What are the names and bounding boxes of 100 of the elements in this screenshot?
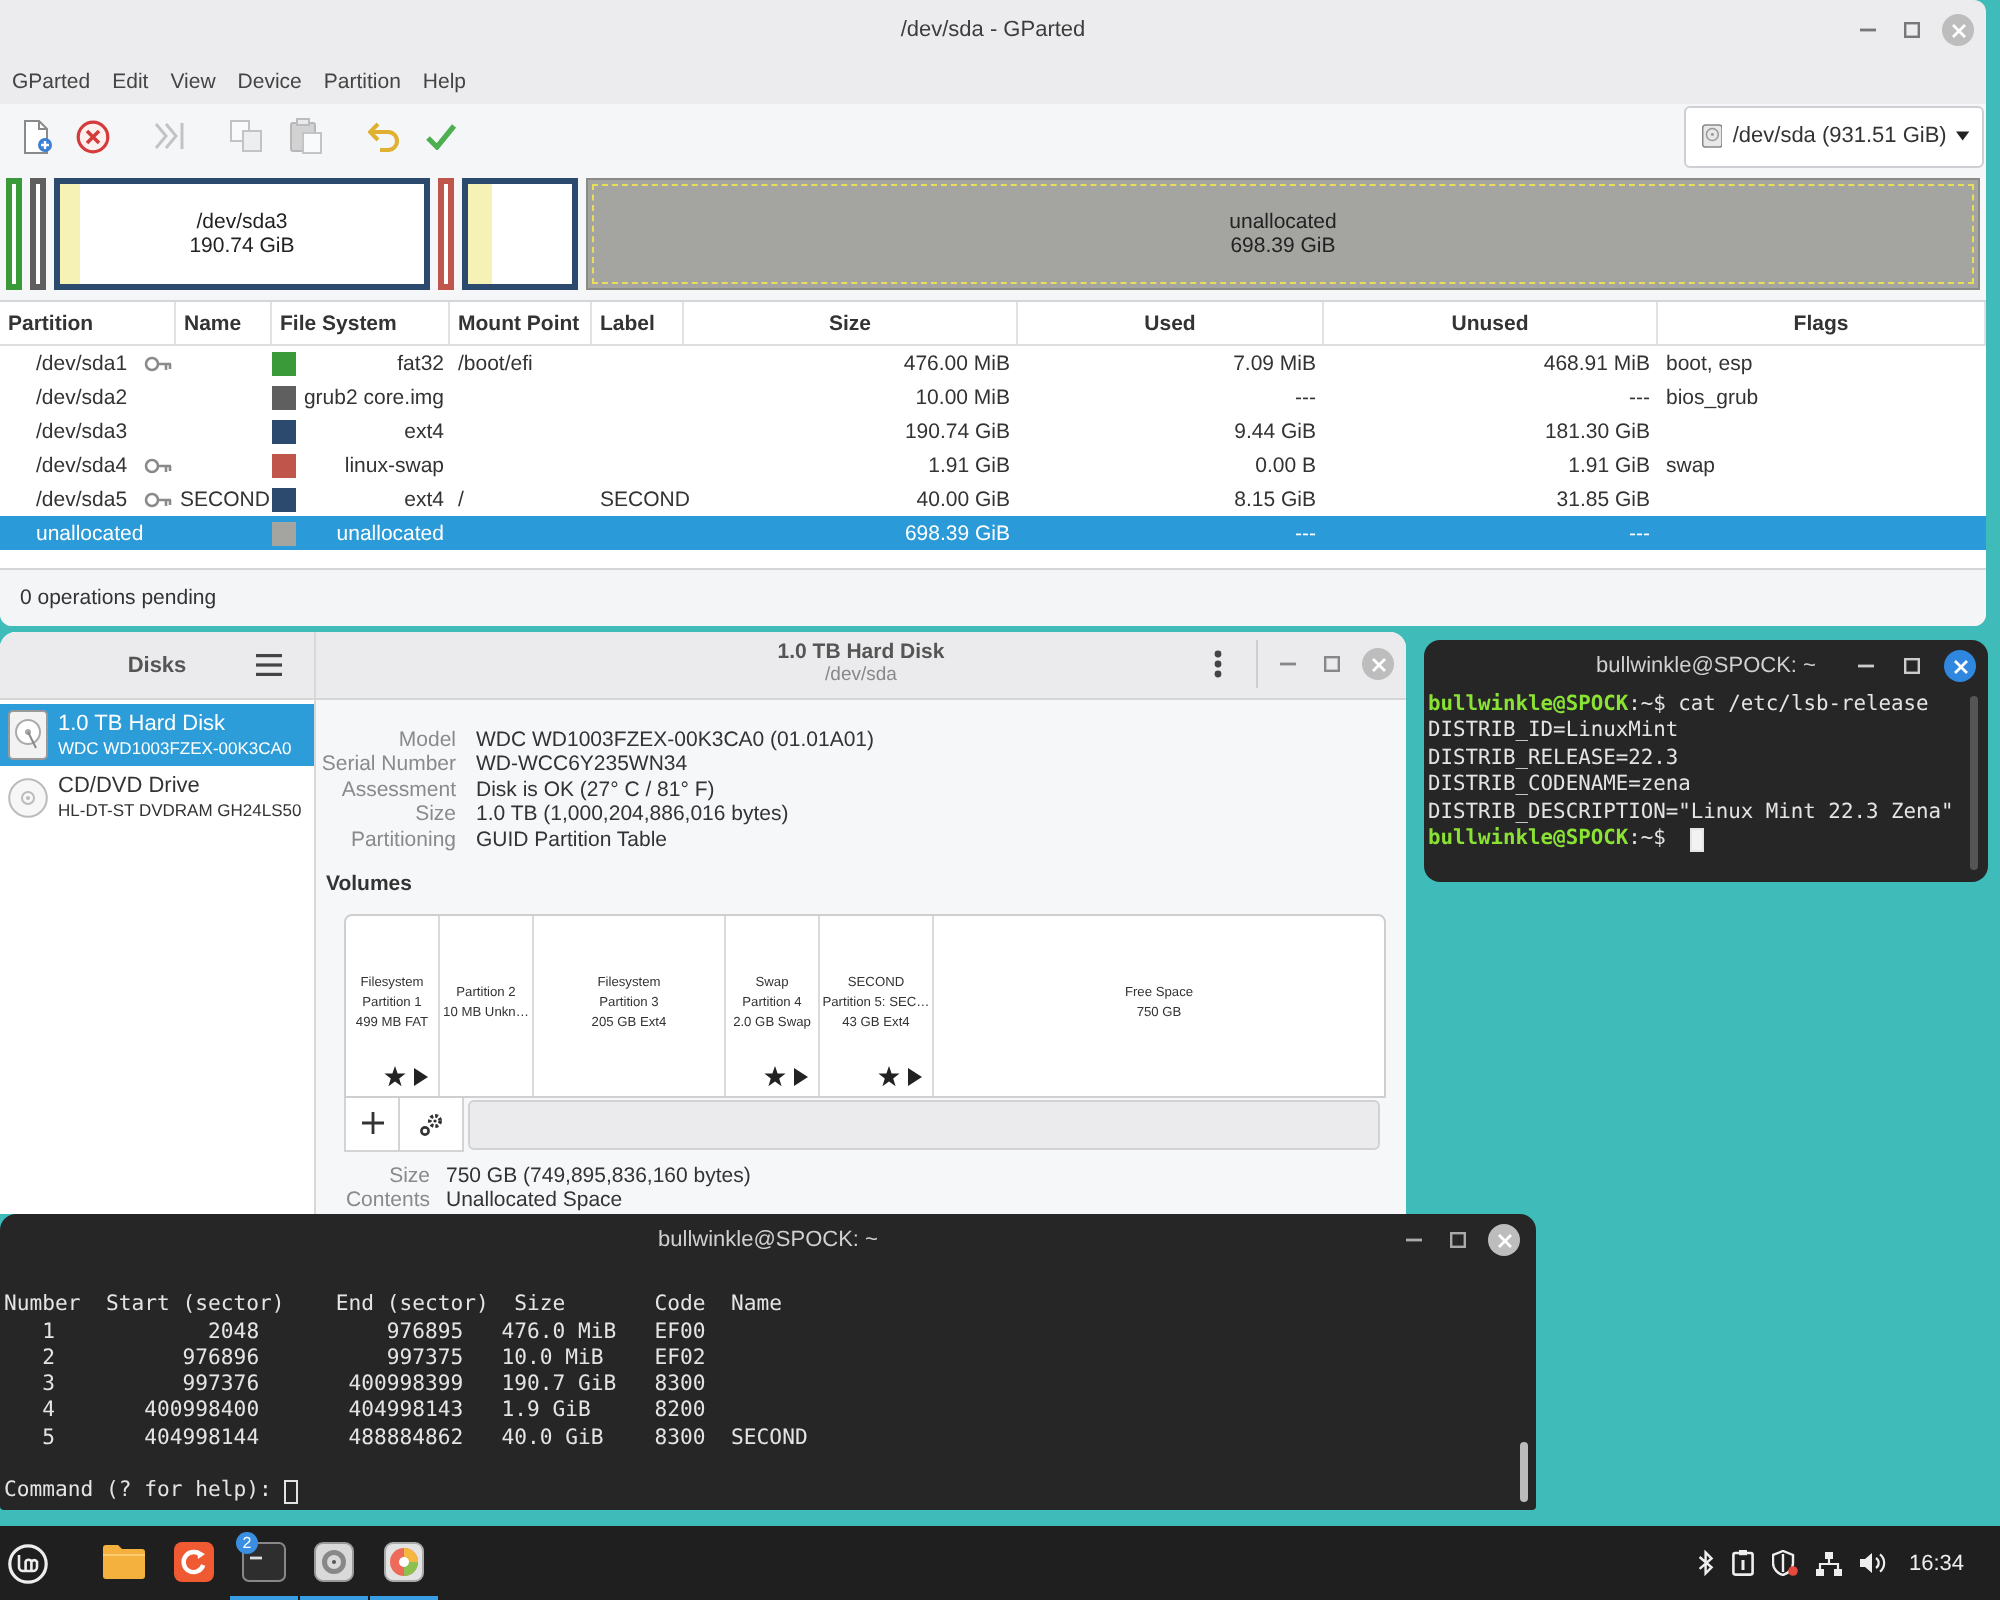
play-icon <box>794 1068 808 1087</box>
table-cell: boot, esp <box>1666 351 1753 375</box>
property-value: 750 GB (749,895,836,160 bytes) <box>446 1163 751 1189</box>
table-cell: /dev/sda3 <box>36 419 128 443</box>
terminal-line: Number Start (sector) End (sector) Size Code Name <box>4 1292 783 1320</box>
partition-segment[interactable]: /dev/sda3 190.74 GiB <box>54 178 430 290</box>
table-row[interactable]: /dev/sda4 linux-swap 1.91 GiB 0.00 B 1.91 GiB swap <box>0 448 1986 482</box>
table-cell: --- <box>1295 521 1316 545</box>
table-row[interactable]: /dev/sda5 SECOND ext4 / SECOND 40.00 GiB 8.15 GiB 31.85 GiB <box>0 482 1986 516</box>
volume-icon[interactable] <box>1860 1552 1887 1574</box>
column-header[interactable]: Used <box>1018 302 1324 344</box>
shield-icon[interactable] <box>1772 1550 1799 1576</box>
menu-item[interactable]: Edit <box>102 70 159 94</box>
scrollbar[interactable] <box>1970 696 1978 870</box>
table-row[interactable]: /dev/sda3 ext4 190.74 GiB 9.44 GiB 181.30 GiB <box>0 414 1986 448</box>
column-header[interactable]: Partition <box>0 302 176 344</box>
table-cell: 1.91 GiB <box>928 453 1010 477</box>
close-button[interactable] <box>1944 650 1976 682</box>
partition-segment[interactable] <box>462 178 578 290</box>
terminal-line: DISTRIB_ID=LinuxMint <box>1428 718 1679 746</box>
column-header[interactable]: Label <box>592 302 684 344</box>
table-cell: /dev/sda2 <box>36 385 128 409</box>
table-cell: ext4 <box>404 419 444 443</box>
undo-icon <box>368 121 400 151</box>
color-disc-icon <box>384 1541 424 1581</box>
table-cell: SECOND <box>600 487 690 511</box>
property-value: 1.0 TB (1,000,204,886,016 bytes) <box>476 802 791 829</box>
terminal-line: 3 997376 400998399 190.7 GiB 8300 <box>42 1372 706 1399</box>
add-partition-button[interactable] <box>344 1097 400 1152</box>
window-title: bullwinkle@SPOCK: ~ <box>658 1228 878 1252</box>
column-header[interactable]: Name <box>176 302 272 344</box>
minimize-icon <box>1406 1238 1422 1242</box>
menu-item[interactable]: Partition <box>313 70 411 94</box>
table-cell: 7.09 MiB <box>1233 351 1316 375</box>
kebab-menu-icon <box>1214 650 1222 679</box>
partition-segment[interactable]: unallocated 698.39 GiB <box>586 178 1980 290</box>
prompt-line: bullwinkle@SPOCK:~$ <box>1428 825 1668 853</box>
terminal-line: 4 400998400 404998143 1.9 GiB 8200 <box>42 1398 706 1426</box>
folder-icon <box>102 1543 146 1579</box>
settings-button[interactable] <box>400 1097 464 1152</box>
table-row[interactable]: /dev/sda1 fat32 /boot/efi 476.00 MiB 7.09 MiB 468.91 MiB boot, esp <box>0 346 1986 380</box>
prompt-line: bullwinkle@SPOCK:~$ cat /etc/lsb-release <box>1428 692 1929 719</box>
plus-icon <box>361 1112 383 1135</box>
maximize-icon <box>1904 22 1920 38</box>
column-header[interactable]: Flags <box>1658 302 1986 344</box>
menu-item[interactable]: View <box>160 70 226 94</box>
copy-icon <box>230 120 262 152</box>
table-cell: unallocated <box>36 521 144 545</box>
table-cell: /dev/sda1 <box>36 351 128 375</box>
drive-list-item[interactable]: CD/DVD Drive HL-DT-ST DVDRAM GH24LS50 <box>0 766 314 828</box>
device-selector[interactable]: /dev/sda (931.51 GiB) <box>1684 105 1984 167</box>
column-header[interactable]: Size <box>684 302 1018 344</box>
property-value: GUID Partition Table <box>476 828 670 854</box>
partition-segment[interactable] <box>30 178 46 290</box>
table-cell: --- <box>1629 385 1650 409</box>
menu-item[interactable]: Device <box>227 70 312 94</box>
property-label: Contents <box>343 1188 430 1214</box>
menu-item[interactable]: Help <box>412 70 477 94</box>
bluetooth-icon[interactable] <box>1698 1550 1715 1576</box>
property-label: Partitioning <box>348 828 456 854</box>
clipboard-icon[interactable] <box>1732 1550 1755 1576</box>
terminal-line: Command (? for help): <box>4 1478 272 1506</box>
property-label: Serial Number <box>319 752 456 778</box>
sidebar-title: Disks <box>127 653 187 677</box>
disc-icon <box>8 777 48 817</box>
cancel-icon <box>75 119 109 153</box>
clock[interactable]: 16:34 <box>1908 1551 1964 1575</box>
gears-icon <box>419 1111 443 1136</box>
play-icon <box>414 1068 428 1087</box>
table-row[interactable]: /dev/sda2 grub2 core.img 10.00 MiB --- --- bios_grub <box>0 380 1986 414</box>
table-cell: unallocated <box>336 521 444 545</box>
table-cell: grub2 core.img <box>303 385 444 409</box>
menu-item[interactable]: GParted <box>2 70 101 94</box>
table-cell: 698.39 GiB <box>904 521 1010 545</box>
column-header[interactable]: Mount Point <box>450 302 592 344</box>
property-label: Assessment <box>339 777 456 803</box>
property-label: Model <box>396 727 456 753</box>
play-icon <box>908 1068 922 1087</box>
terminal-line: 2 976896 997375 10.0 MiB EF02 <box>42 1345 706 1373</box>
notification-badge: 2 <box>236 1532 258 1554</box>
table-cell: --- <box>1295 385 1316 409</box>
property-value: Unallocated Space <box>446 1188 625 1214</box>
section-heading: Volumes <box>326 871 412 896</box>
table-cell: fat32 <box>397 351 444 375</box>
close-button[interactable] <box>1488 1224 1520 1256</box>
table-cell: --- <box>1629 521 1650 545</box>
close-icon <box>1497 1233 1511 1247</box>
column-header[interactable]: File System <box>272 302 450 344</box>
partition-segment[interactable] <box>438 178 454 290</box>
table-cell: 8.15 GiB <box>1234 487 1316 511</box>
minimize-icon <box>1860 28 1876 32</box>
caret-icon <box>1956 130 1970 142</box>
table-cell: 40.00 GiB <box>916 487 1010 511</box>
table-cell: 468.91 MiB <box>1543 351 1650 375</box>
column-header[interactable]: Unused <box>1324 302 1658 344</box>
menu-icon <box>255 654 281 676</box>
scrollbar[interactable] <box>1520 1442 1528 1502</box>
close-icon <box>1951 23 1965 37</box>
table-cell: 0.00 B <box>1255 453 1316 477</box>
network-icon[interactable] <box>1816 1551 1843 1575</box>
